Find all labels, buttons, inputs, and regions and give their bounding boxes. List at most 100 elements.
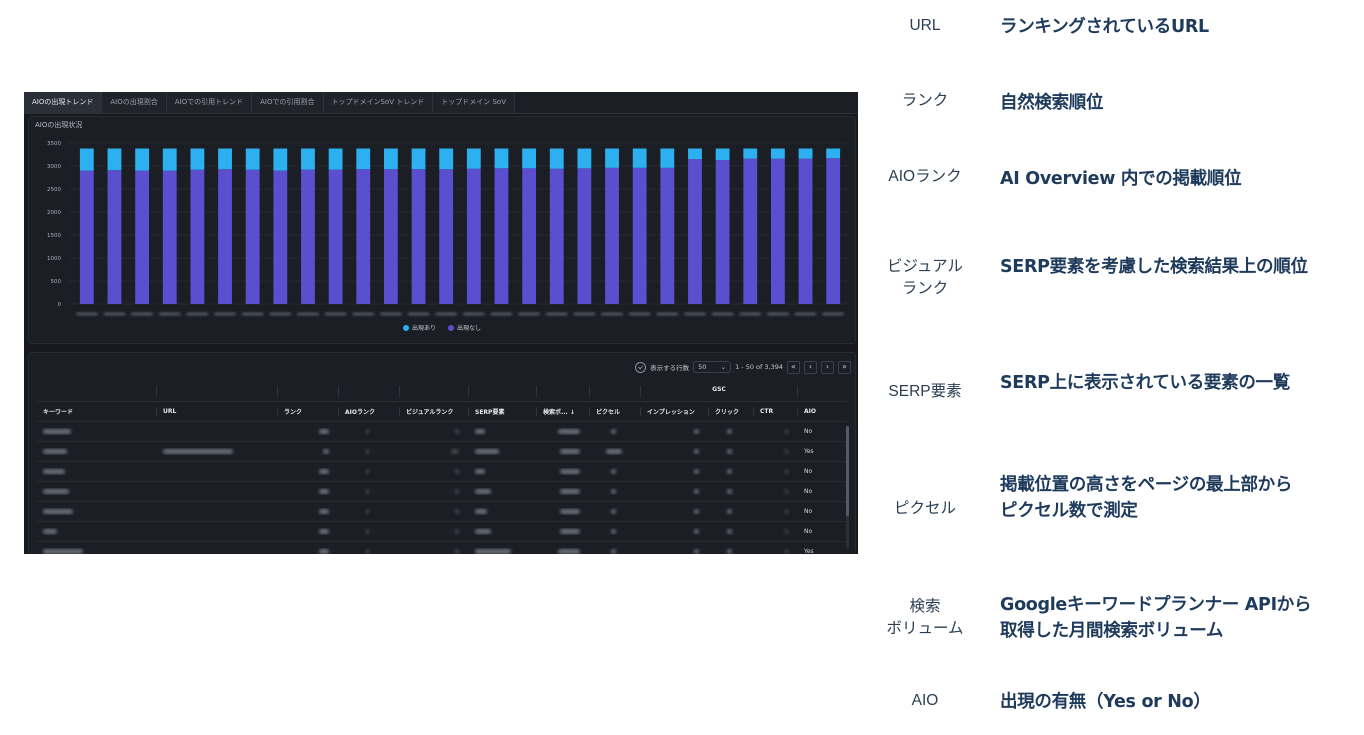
redacted-value (611, 529, 616, 534)
definition-url: ランキングされているURL (1000, 17, 1209, 37)
tab-aio-citation-ratio[interactable]: AIOでの引用割合 (252, 92, 324, 113)
bar-not-appeared (383, 169, 398, 304)
term-rank: ランク (901, 92, 949, 109)
table-cell (754, 428, 798, 435)
table-row[interactable]: Yes (37, 542, 847, 554)
column-header-rank[interactable]: ランク (278, 407, 339, 416)
aio-cell: No (804, 508, 813, 515)
next-page-button[interactable]: › (821, 360, 834, 374)
rows-per-page-select[interactable]: 50 ⌄ (693, 361, 732, 373)
bar-appeared (770, 148, 785, 159)
bar-not-appeared (162, 170, 177, 304)
table-cell (339, 508, 400, 515)
table-row[interactable]: No (37, 502, 847, 522)
redacted-value (43, 549, 83, 554)
table-row[interactable]: No (37, 522, 847, 542)
bar-appeared (826, 148, 841, 159)
tab-aio-appearance-ratio[interactable]: AIOの出現割合 (102, 92, 167, 113)
column-header-impressions[interactable]: インプレッション (641, 407, 709, 416)
bar-not-appeared (688, 159, 702, 304)
prev-page-button[interactable]: ‹ (804, 360, 817, 374)
bar-appeared (79, 148, 94, 171)
redacted-value (694, 549, 699, 554)
bar-appeared (328, 148, 343, 170)
table-cell (754, 488, 798, 495)
last-page-button[interactable]: » (838, 360, 851, 374)
pagination-range: 1 - 50 of 3,394 (735, 363, 783, 371)
redacted-value (694, 509, 699, 514)
y-tick-label: 2500 (47, 187, 61, 193)
redacted-value (455, 529, 459, 534)
first-page-button[interactable]: « (787, 360, 800, 374)
table-cell (754, 548, 798, 554)
x-tick-label-redacted (684, 312, 706, 316)
chevron-down-icon: ⌄ (720, 363, 727, 371)
bar-not-appeared (439, 169, 454, 304)
x-tick-label-redacted (186, 312, 209, 316)
stacked-bar-chart: 0 500 1000 1500 2000 2500 3000 3500 (47, 141, 847, 316)
redacted-value (785, 469, 788, 474)
legend-item-not-appeared[interactable]: 出現なし (447, 323, 481, 332)
table-row[interactable]: No (37, 482, 847, 502)
table-cell (469, 448, 537, 455)
bar-appeared (743, 148, 758, 159)
table-cell (754, 528, 798, 535)
x-tick-label-redacted (352, 312, 375, 316)
column-header-ctr[interactable]: CTR (754, 408, 798, 415)
redacted-value (560, 449, 580, 454)
table-row[interactable]: No (37, 462, 847, 482)
x-tick-label-redacted (766, 312, 789, 316)
term-serp-features: SERP要素 (888, 383, 962, 400)
table-scrollbar[interactable] (846, 426, 849, 548)
redacted-value (475, 469, 485, 474)
column-header-clicks[interactable]: クリック (709, 407, 754, 416)
redacted-value (611, 509, 616, 514)
bar-not-appeared (770, 158, 785, 304)
x-tick-label-redacted (739, 312, 762, 316)
legend-item-appeared[interactable]: 出現あり (403, 323, 436, 332)
group-header-cell (157, 386, 278, 397)
table-cell (339, 468, 400, 475)
table-cell (339, 488, 400, 495)
table-cell (590, 468, 641, 475)
redacted-value (319, 429, 329, 434)
column-header-keyword[interactable]: キーワード (37, 407, 157, 416)
table-row[interactable]: Yes (37, 442, 847, 462)
download-icon[interactable] (635, 361, 647, 373)
table-cell (469, 428, 537, 435)
table-row[interactable]: No (37, 422, 847, 442)
column-header-pixel[interactable]: ピクセル (590, 407, 641, 416)
tab-aio-citation-trend[interactable]: AIOでの引用トレンド (166, 92, 253, 113)
redacted-value (319, 529, 329, 534)
column-header-url[interactable]: URL (157, 408, 278, 415)
table-cell (278, 508, 339, 515)
group-header-cell (590, 386, 641, 397)
bar-not-appeared (549, 168, 564, 304)
redacted-value (694, 529, 699, 534)
bar-appeared (383, 148, 398, 170)
column-header-visual-rank[interactable]: ビジュアルランク (400, 407, 469, 416)
tab-top-domain-sov-trend[interactable]: トップドメインSoV トレンド (323, 92, 434, 113)
table-cell (400, 488, 469, 495)
redacted-value (451, 449, 459, 454)
redacted-value (611, 429, 616, 434)
redacted-value (366, 469, 369, 474)
table-cell (400, 548, 469, 554)
redacted-value (694, 489, 699, 494)
table-cell (709, 468, 754, 475)
column-header-aio-rank[interactable]: AIOランク (339, 407, 400, 416)
column-header-search-volume[interactable]: 検索ボ... ↓ (537, 407, 590, 416)
tab-top-domain-sov[interactable]: トップドメイン SoV (433, 92, 515, 113)
bar-not-appeared (273, 170, 288, 304)
redacted-value (694, 429, 699, 434)
bar-appeared (688, 148, 702, 160)
y-tick-label: 1500 (47, 233, 61, 239)
column-header-serp-features[interactable]: SERP要素 (469, 407, 537, 416)
tab-aio-appearance-trend[interactable]: AIOの出現トレンド (24, 92, 103, 113)
table-cell (709, 428, 754, 435)
y-tick-label: 2000 (47, 210, 61, 216)
bar-appeared (522, 148, 537, 169)
column-header-aio[interactable]: AIO (798, 408, 847, 415)
redacted-value (694, 469, 699, 474)
table-cell (469, 528, 537, 535)
